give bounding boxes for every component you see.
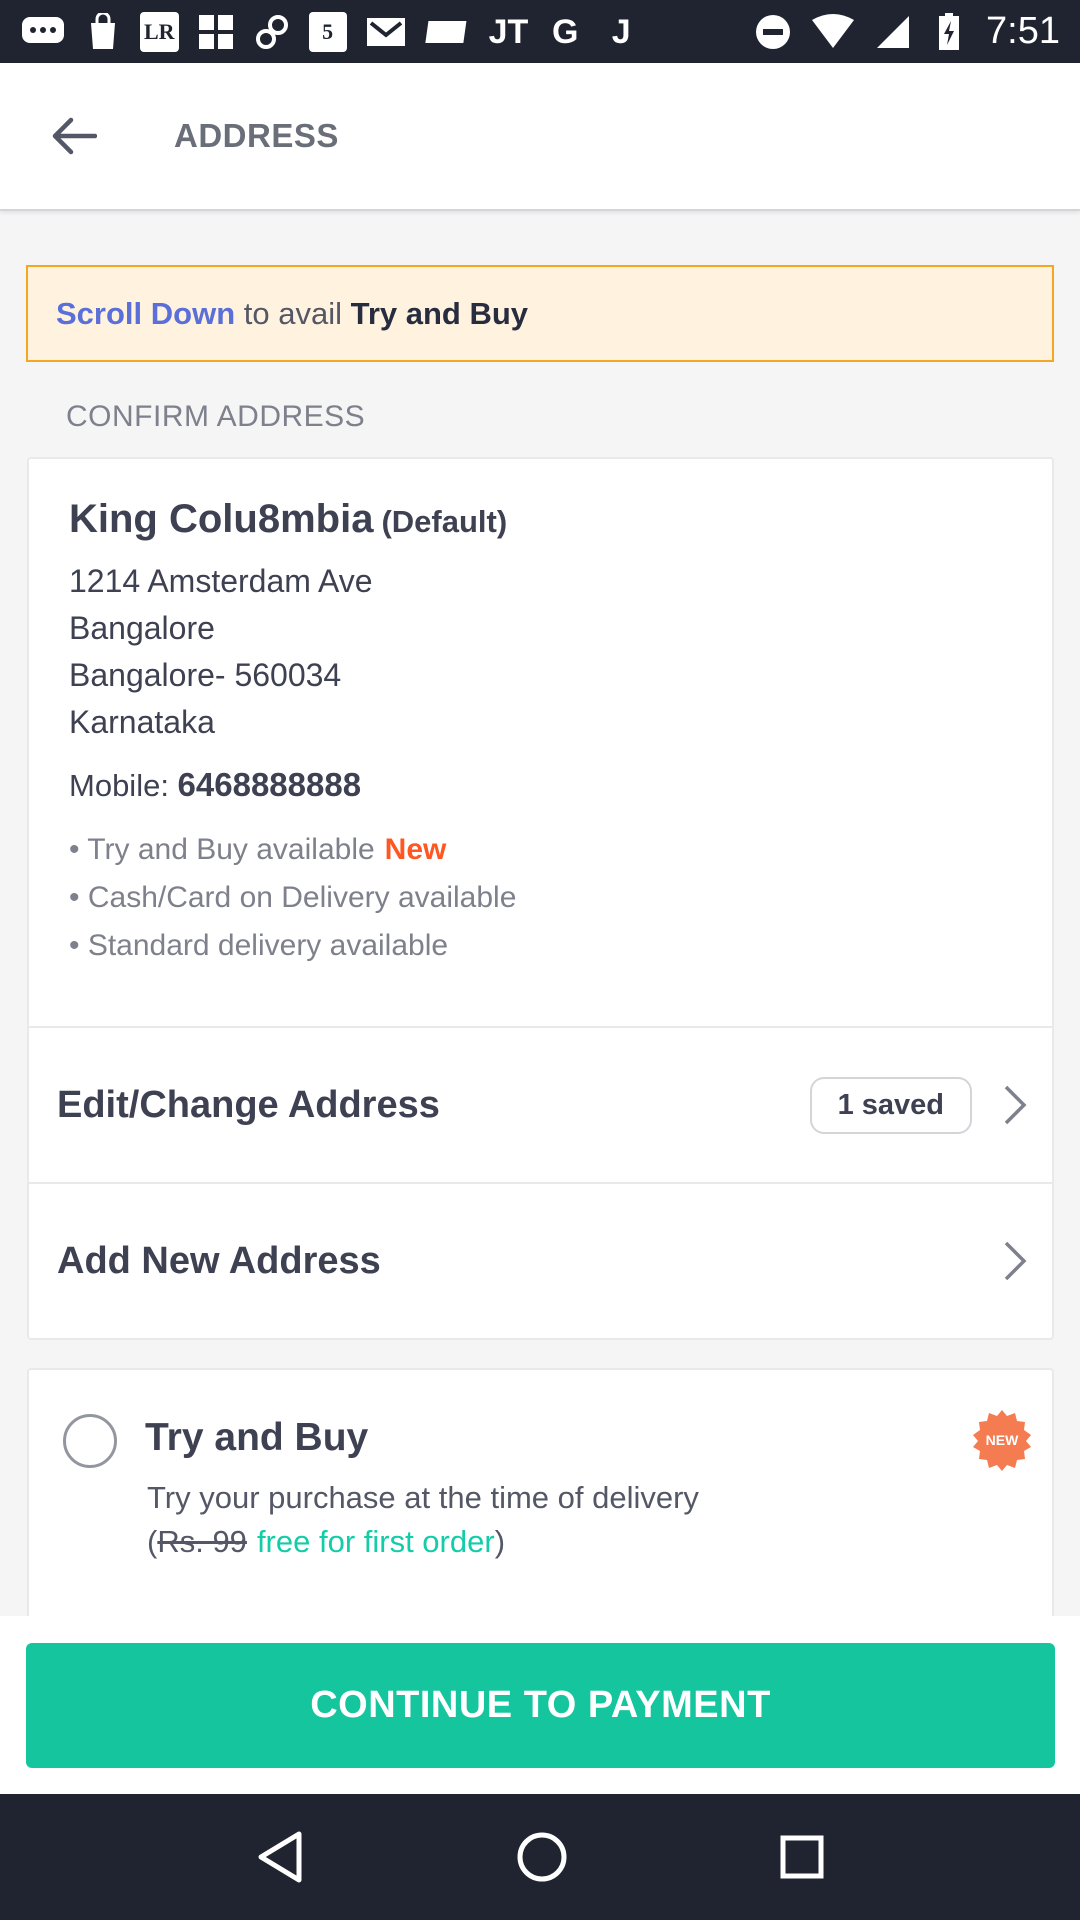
add-new-address-row[interactable]: Add New Address: [29, 1184, 1052, 1338]
original-price: Rs. 99: [157, 1524, 247, 1559]
feature-item: • Try and Buy available New: [69, 826, 1012, 874]
app-header: ADDRESS: [0, 63, 1080, 211]
try-and-buy-description: Try your purchase at the time of deliver…: [147, 1480, 699, 1515]
free-offer-text: free for first order: [256, 1524, 495, 1559]
new-badge-text: NEW: [986, 1432, 1019, 1448]
try-and-buy-title: Try and Buy: [145, 1416, 369, 1459]
page-title: ADDRESS: [174, 117, 339, 154]
banner-middle-text: to avail: [235, 295, 351, 331]
new-badge-icon: NEW: [973, 1410, 1031, 1471]
bottom-action-bar: CONTINUE TO PAYMENT: [0, 1616, 1080, 1794]
feature-item: • Standard delivery available: [69, 929, 449, 962]
status-bar: LR 5 JT G J 7:51: [0, 0, 1080, 63]
jt-icon: JT: [488, 12, 529, 51]
clock: 7:51: [986, 10, 1060, 52]
nav-home-icon[interactable]: [516, 1831, 568, 1883]
address-name: King Colu8mbia: [69, 497, 374, 541]
mobile-label: Mobile:: [69, 768, 178, 803]
mobile-line: Mobile: 6468888888: [69, 766, 1012, 804]
mobile-number: 6468888888: [177, 766, 362, 803]
banner-strong-text: Try and Buy: [350, 295, 529, 331]
try-and-buy-banner[interactable]: Scroll Down to avail Try and Buy: [26, 265, 1054, 362]
address-card: King Colu8mbia (Default) 1214 Amsterdam A…: [27, 457, 1054, 1340]
grid-icon: [197, 12, 235, 52]
link-icon: [253, 12, 291, 52]
address-line: Bangalore- 560034: [69, 657, 342, 693]
gmail-icon: [365, 12, 407, 52]
default-tag: (Default): [381, 504, 508, 539]
address-line: 1214 Amsterdam Ave: [69, 563, 373, 599]
continue-to-payment-button[interactable]: CONTINUE TO PAYMENT: [26, 1643, 1055, 1768]
lr-icon: LR: [140, 11, 179, 52]
battery-charging-icon: [930, 12, 968, 52]
j-icon: J: [611, 12, 631, 51]
address-line: Bangalore: [69, 610, 215, 646]
feature-text: • Try and Buy available: [69, 833, 375, 866]
chevron-right-icon: [1004, 1085, 1027, 1125]
try-and-buy-radio[interactable]: [63, 1414, 117, 1468]
nav-recents-icon[interactable]: [779, 1834, 825, 1880]
new-tag: New: [384, 833, 447, 866]
edit-change-address-row[interactable]: Edit/Change Address 1 saved: [29, 1028, 1052, 1182]
ticket-icon: [424, 12, 471, 52]
edit-change-address-label: Edit/Change Address: [57, 1083, 440, 1126]
try-and-buy-price: (Rs. 99 free for first order): [147, 1524, 505, 1560]
signal-icon: [874, 12, 912, 52]
feature-item: • Cash/Card on Delivery available: [69, 881, 517, 914]
add-new-address-label: Add New Address: [57, 1239, 381, 1282]
section-label: CONFIRM ADDRESS: [66, 400, 366, 433]
back-arrow-icon: [52, 117, 97, 155]
saved-count-badge: 1 saved: [809, 1076, 972, 1134]
five-icon: 5: [308, 11, 347, 52]
google-icon: G: [552, 12, 579, 51]
back-button[interactable]: [14, 63, 134, 209]
shopping-bag-icon: [84, 12, 122, 52]
address-line: Karnataka: [69, 704, 215, 740]
nav-back-icon[interactable]: [255, 1830, 305, 1884]
price-paren-close: ): [494, 1524, 506, 1559]
chevron-right-icon: [1004, 1241, 1027, 1281]
scroll-down-link[interactable]: Scroll Down: [56, 296, 235, 332]
address-name-line: King Colu8mbia (Default): [69, 497, 1012, 542]
do-not-disturb-icon: [754, 12, 792, 52]
wifi-icon: [810, 12, 856, 52]
system-nav-bar: [0, 1794, 1080, 1920]
price-paren-open: (: [147, 1524, 158, 1559]
delivery-features: • Try and Buy available New • Cash/Card o…: [69, 826, 1012, 970]
messages-icon: [20, 12, 66, 52]
address-lines: 1214 Amsterdam Ave Bangalore Bangalore- …: [69, 558, 1012, 746]
